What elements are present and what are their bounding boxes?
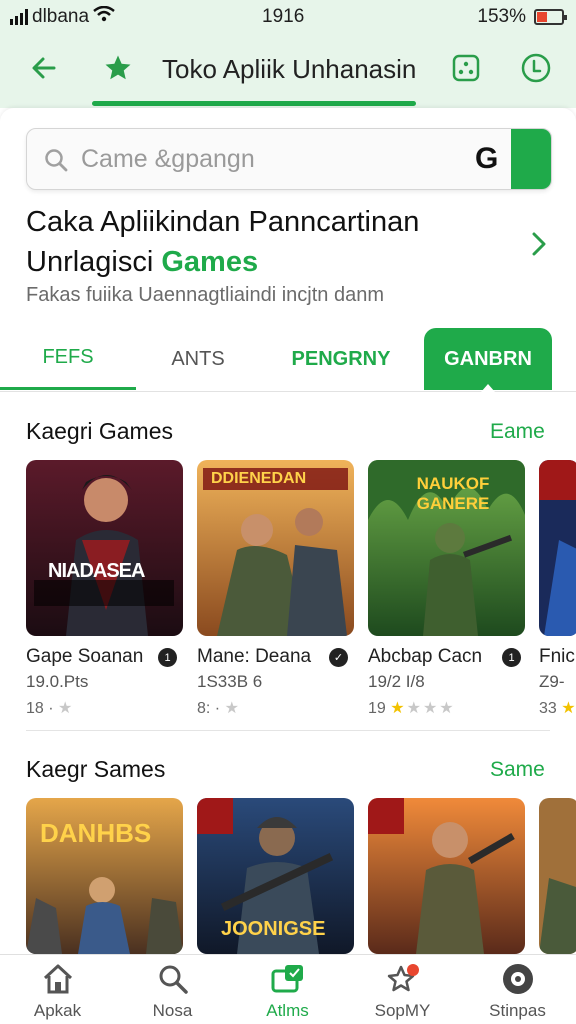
game-size: 19/2 I/8 (368, 672, 425, 691)
game-artwork[interactable] (539, 460, 576, 636)
dice-icon[interactable] (446, 48, 486, 88)
game-art-title: DDIENEDAN (211, 470, 307, 487)
game-size: 1S33B 6 (197, 672, 263, 691)
page-subtitle: Fakas fuiika Uaennagtliaindi incjtn danm (26, 284, 384, 306)
game-card[interactable] (539, 798, 576, 954)
tab-pengrny[interactable]: PENGRNY (270, 328, 412, 390)
tab-fefs[interactable]: FEFS (0, 328, 136, 390)
star-badge-icon (385, 963, 421, 995)
game-title: Fnic (539, 646, 575, 667)
game-title: Gape Soanan (26, 646, 144, 667)
nav-label: SopMY (374, 1001, 431, 1020)
nav-label: Nosa (152, 1001, 193, 1020)
rating-stars-icon: ★ (58, 700, 75, 717)
home-icon (40, 963, 76, 995)
category-tabs: FEFS ANTS PENGRNY GANBRN (0, 328, 576, 392)
status-bar: dlbana 1916 153% (0, 0, 576, 34)
nav-item-sopmy[interactable]: SopMY (345, 955, 460, 1024)
section-title: Kaegri Games (26, 418, 174, 444)
settings-circle-icon (500, 963, 536, 995)
battery-icon (534, 9, 567, 25)
game-art-title: DANHBS (40, 818, 152, 848)
game-size: Z9- (539, 672, 565, 691)
headline-accent: Games (161, 246, 259, 278)
game-artwork[interactable] (368, 798, 525, 954)
search-bar[interactable]: Came &gpangn G (26, 128, 552, 190)
game-rating: 33 ★ (539, 698, 576, 718)
tab-ants[interactable]: ANTS (136, 328, 260, 390)
search-icon (155, 963, 191, 995)
game-artwork[interactable]: JOONIGSE (197, 798, 354, 954)
title-underline (92, 101, 416, 106)
apps-icon (270, 963, 306, 995)
age-rating-badge-icon: 1 (502, 648, 521, 667)
game-rating: 8: · ★ (197, 700, 241, 717)
game-rating: 19 ★★★★ (368, 698, 456, 718)
game-size: 19.0.Pts (26, 672, 89, 691)
status-left: dlbana (10, 5, 115, 28)
status-right: 153% (477, 6, 567, 28)
section-see-all-link[interactable]: Same (490, 758, 545, 782)
age-rating-badge-icon: 1 (158, 648, 177, 667)
section-title: Kaegr Sames (26, 756, 166, 782)
game-art-title: NIADASEA (48, 560, 145, 582)
search-submit-button[interactable] (511, 129, 551, 189)
game-artwork[interactable]: DANHBS (26, 798, 183, 954)
headline-line-2: Unrlagisci Games (26, 242, 506, 282)
carrier-label: dlbana (32, 6, 90, 27)
nav-label: Apkak (33, 1001, 82, 1020)
rating-value: 33 (539, 700, 557, 717)
nav-item-nosa[interactable]: Nosa (115, 955, 230, 1024)
nav-item-apkak[interactable]: Apkak (0, 955, 115, 1024)
nav-label: Atlms (266, 1001, 309, 1020)
game-art-title: NAUKOF GANERE (416, 474, 490, 513)
google-g-icon[interactable]: G (475, 142, 498, 176)
download-icon[interactable] (516, 48, 556, 88)
age-rating-badge-icon: ✓ (329, 648, 348, 667)
rating-stars-icon: ★ (224, 700, 241, 717)
rating-value: 19 (368, 700, 386, 717)
game-artwork[interactable] (539, 798, 576, 954)
tab-ganbrn[interactable]: GANBRN (424, 328, 552, 392)
game-artwork[interactable]: NIADASEA (26, 460, 183, 636)
game-card[interactable]: Fnic Z9- 33 ★ (539, 460, 576, 730)
rating-stars-icon: ★ (561, 700, 576, 717)
game-artwork[interactable]: NAUKOF GANERE (368, 460, 525, 636)
bottom-navigation: Apkak Nosa Atlms SopMY Stinpas (0, 954, 576, 1024)
app-bar: Toko Apliik Unhanasin (0, 34, 576, 108)
wifi-icon (93, 5, 115, 28)
game-artwork[interactable]: DDIENEDAN (197, 460, 354, 636)
nav-item-stinpas[interactable]: Stinpas (460, 955, 575, 1024)
search-input[interactable]: Came &gpangn (81, 145, 255, 174)
game-title: Abcbap Cacn (368, 646, 483, 667)
nav-label: Stinpas (489, 1001, 546, 1020)
headline-prefix: Unrlagisci (26, 246, 162, 278)
search-icon (43, 147, 69, 178)
game-title: Mane: Deana (197, 646, 312, 667)
battery-percent: 153% (477, 6, 526, 27)
game-rating: 18 · ★ (26, 700, 75, 717)
section-divider (26, 730, 550, 731)
star-icon[interactable] (98, 48, 138, 88)
chevron-right-icon[interactable] (528, 230, 550, 263)
app-title: Toko Apliik Unhanasin (162, 54, 417, 84)
back-arrow-icon[interactable] (24, 48, 64, 88)
page-headline: Caka Apliikindan Panncartinan Unrlagisci… (26, 202, 506, 282)
nav-item-atlms[interactable]: Atlms (230, 955, 345, 1024)
game-art-title: JOONIGSE (221, 918, 326, 940)
clock: 1916 (262, 6, 305, 27)
rating-stars-icon: ★★★★ (390, 700, 456, 717)
headline-line-1: Caka Apliikindan Panncartinan (26, 206, 420, 238)
rating-value: 18 (26, 700, 44, 717)
signal-icon (10, 9, 28, 25)
main-content: Came &gpangn G Caka Apliikindan Panncart… (0, 108, 576, 954)
rating-value: 8: (197, 700, 211, 717)
section-see-all-link[interactable]: Eame (490, 420, 545, 444)
